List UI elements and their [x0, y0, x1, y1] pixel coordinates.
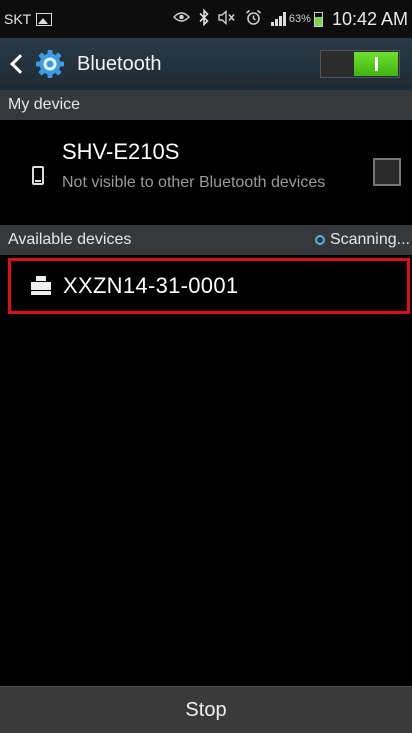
visibility-status: Not visible to other Bluetooth devices [62, 174, 326, 191]
available-devices-header: Available devices Scanning... [0, 225, 412, 255]
device-name: SHV-E210S [62, 139, 180, 164]
available-devices-label: Available devices [8, 231, 132, 248]
settings-gear-icon [33, 47, 67, 81]
available-device-name: XXZN14-31-0001 [63, 273, 239, 298]
alarm-icon [245, 9, 262, 30]
page-title: Bluetooth [77, 52, 162, 75]
my-device-header-label: My device [8, 96, 81, 113]
action-bar: Bluetooth [0, 38, 412, 90]
visibility-checkbox[interactable] [373, 158, 401, 186]
mute-icon [218, 9, 236, 29]
bluetooth-icon [199, 8, 209, 30]
signal-icon [270, 12, 286, 26]
battery-percent: 63% [288, 13, 311, 25]
scanning-indicator: Scanning... [314, 231, 412, 249]
eye-icon [172, 11, 190, 27]
phone-icon [32, 166, 44, 185]
back-button[interactable] [0, 38, 69, 90]
bluetooth-toggle[interactable] [320, 50, 400, 78]
scanning-label: Scanning... [329, 231, 410, 248]
stop-button-label: Stop [185, 698, 227, 721]
list-item[interactable]: XXZN14-31-0001 [8, 258, 410, 314]
toggle-knob [354, 52, 398, 76]
printer-icon [31, 276, 51, 296]
image-notification-icon [36, 12, 53, 26]
chevron-left-icon [10, 54, 30, 74]
carrier-label: SKT [4, 11, 32, 27]
stop-button[interactable]: Stop [0, 686, 412, 733]
status-bar: SKT 63% 10:42 AM [0, 0, 412, 38]
scanning-spinner-icon [314, 235, 325, 245]
clock: 10:42 AM [331, 8, 408, 29]
battery-icon [313, 11, 323, 27]
my-device-row[interactable]: SHV-E210S Not visible to other Bluetooth… [0, 120, 412, 225]
my-device-header: My device [0, 90, 412, 120]
status-icons: 63% 10:42 AM [172, 8, 412, 30]
